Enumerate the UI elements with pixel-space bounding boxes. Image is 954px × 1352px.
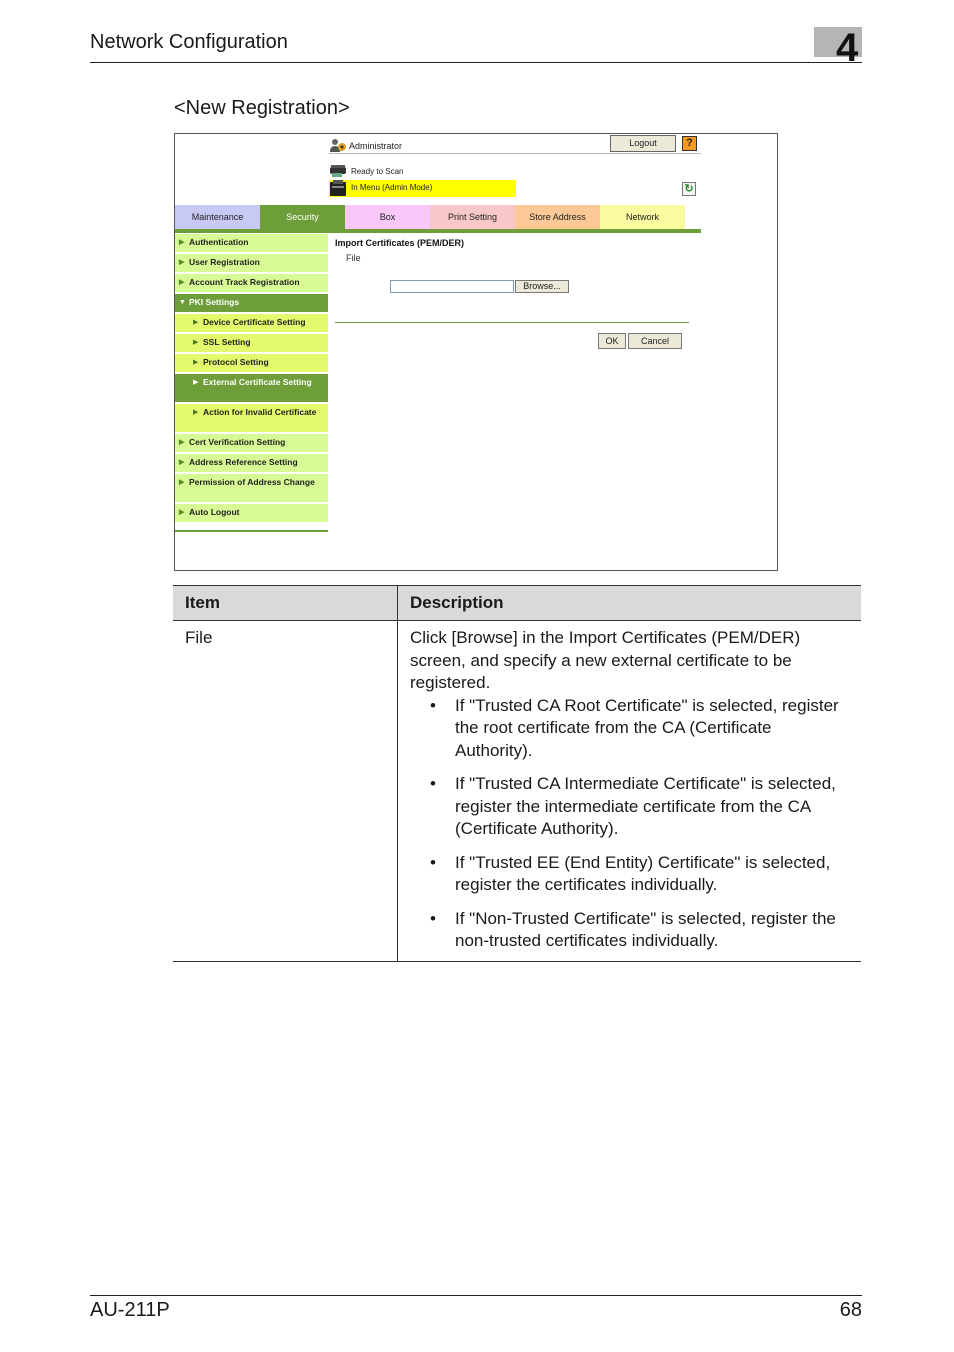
admin-user-icon xyxy=(330,139,346,152)
tab-underline xyxy=(175,229,701,233)
arrow-right-icon: ▶ xyxy=(193,319,199,326)
tab-security[interactable]: Security xyxy=(260,205,345,229)
footer-rule xyxy=(90,1295,862,1296)
arrow-right-icon: ▶ xyxy=(179,479,185,486)
sidebar-bottom-rule xyxy=(175,530,328,532)
chapter-number: 4 xyxy=(836,26,859,70)
item-cell: File xyxy=(173,620,398,962)
user-label: Administrator xyxy=(349,141,403,151)
sidebar-item-cert-verification-setting[interactable]: ▶ Cert Verification Setting xyxy=(175,434,328,454)
sidebar-item-protocol-setting[interactable]: ▶ Protocol Setting xyxy=(175,354,328,374)
status-admin-mode: In Menu (Admin Mode) xyxy=(329,180,516,197)
sidebar-item-account-track-registration[interactable]: ▶ Account Track Registration xyxy=(175,274,328,294)
header-rule xyxy=(90,62,862,63)
sidebar-item-action-for-invalid-certificate[interactable]: ▶ Action for Invalid Certificate xyxy=(175,404,328,434)
printer-icon xyxy=(330,180,346,196)
ok-button[interactable]: OK xyxy=(598,333,626,349)
table-header-row: Item Description xyxy=(173,585,861,621)
bullet-icon: • xyxy=(430,908,436,928)
arrow-right-icon: ▶ xyxy=(179,509,185,516)
arrow-right-icon: ▶ xyxy=(179,279,185,286)
sidebar-item-authentication[interactable]: ▶ Authentication xyxy=(175,234,328,254)
bullet-icon: • xyxy=(430,852,436,872)
import-certificates-title: Import Certificates (PEM/DER) xyxy=(335,238,465,248)
file-label: File xyxy=(346,253,361,263)
bullet-item: • If "Non-Trusted Certificate" is selecte… xyxy=(430,908,836,951)
sidebar-item-pki-settings[interactable]: ▼ PKI Settings xyxy=(175,294,328,314)
footer-model: AU-211P xyxy=(90,1299,170,1321)
bullet-list: • If "Trusted CA Root Certificate" is sel… xyxy=(410,695,849,953)
bullet-item: • If "Trusted CA Intermediate Certificate… xyxy=(430,774,836,838)
logout-button[interactable]: Logout xyxy=(610,135,676,152)
arrow-right-icon: ▶ xyxy=(179,239,185,246)
tab-store-address[interactable]: Store Address xyxy=(515,205,600,229)
form-divider xyxy=(335,322,689,323)
sidebar-item-device-certificate-setting[interactable]: ▶ Device Certificate Setting xyxy=(175,314,328,334)
item-description-table: Item Description File Click [Browse] in … xyxy=(173,585,861,962)
status-ready: Ready to Scan xyxy=(329,164,529,178)
tab-bar: Maintenance Security Box Print Setting S… xyxy=(175,205,701,229)
arrow-right-icon: ▶ xyxy=(179,459,185,466)
running-header-title: Network Configuration xyxy=(90,31,288,53)
bullet-item: • If "Trusted EE (End Entity) Certificate… xyxy=(430,852,831,895)
arrow-right-icon: ▶ xyxy=(193,359,199,366)
sidebar-item-permission-of-address-change[interactable]: ▶ Permission of Address Change xyxy=(175,474,328,504)
section-title: <New Registration> xyxy=(174,97,350,119)
sidebar: ▶ Authentication ▶ User Registration ▶ Acco… xyxy=(175,234,328,532)
cancel-button[interactable]: Cancel xyxy=(628,333,682,349)
sidebar-item-address-reference-setting[interactable]: ▶ Address Reference Setting xyxy=(175,454,328,474)
arrow-right-icon: ▶ xyxy=(179,259,185,266)
bullet-icon: • xyxy=(430,774,436,793)
browse-button[interactable]: Browse... xyxy=(515,280,569,293)
arrow-right-icon: ▶ xyxy=(179,439,185,446)
sidebar-item-external-certificate-setting[interactable]: ▶ External Certificate Setting xyxy=(175,374,328,404)
arrow-right-icon: ▶ xyxy=(193,339,199,346)
tab-maintenance[interactable]: Maintenance xyxy=(175,205,260,229)
bullet-item: • If "Trusted CA Root Certificate" is sel… xyxy=(430,695,839,760)
page-number: 68 xyxy=(839,1299,862,1321)
sidebar-item-ssl-setting[interactable]: ▶ SSL Setting xyxy=(175,334,328,354)
tab-box[interactable]: Box xyxy=(345,205,430,229)
arrow-right-icon: ▶ xyxy=(193,409,199,416)
arrow-right-icon: ▶ xyxy=(193,379,199,386)
description-cell: Click [Browse] in the Import Certificate… xyxy=(397,620,861,962)
scanner-icon xyxy=(330,165,346,177)
sidebar-item-auto-logout[interactable]: ▶ Auto Logout xyxy=(175,504,328,524)
status-label: In Menu (Admin Mode) xyxy=(351,183,433,192)
sidebar-item-user-registration[interactable]: ▶ User Registration xyxy=(175,254,328,274)
tab-print-setting[interactable]: Print Setting xyxy=(430,205,515,229)
table-row: File Click [Browse] in the Import Certif… xyxy=(173,620,861,962)
description-text: Click [Browse] in the Import Certificate… xyxy=(410,628,801,692)
bullet-icon: • xyxy=(430,695,436,715)
help-button[interactable]: ? xyxy=(682,136,697,151)
column-header-description: Description xyxy=(397,585,861,621)
refresh-icon[interactable]: ↻ xyxy=(682,182,696,196)
file-path-input[interactable] xyxy=(390,280,514,293)
column-header-item: Item xyxy=(173,585,398,621)
status-label: Ready to Scan xyxy=(351,167,404,176)
web-ui-screenshot: Administrator Logout ? Ready to Scan In … xyxy=(174,133,778,571)
tab-network[interactable]: Network xyxy=(600,205,685,229)
arrow-down-icon: ▼ xyxy=(179,299,186,306)
